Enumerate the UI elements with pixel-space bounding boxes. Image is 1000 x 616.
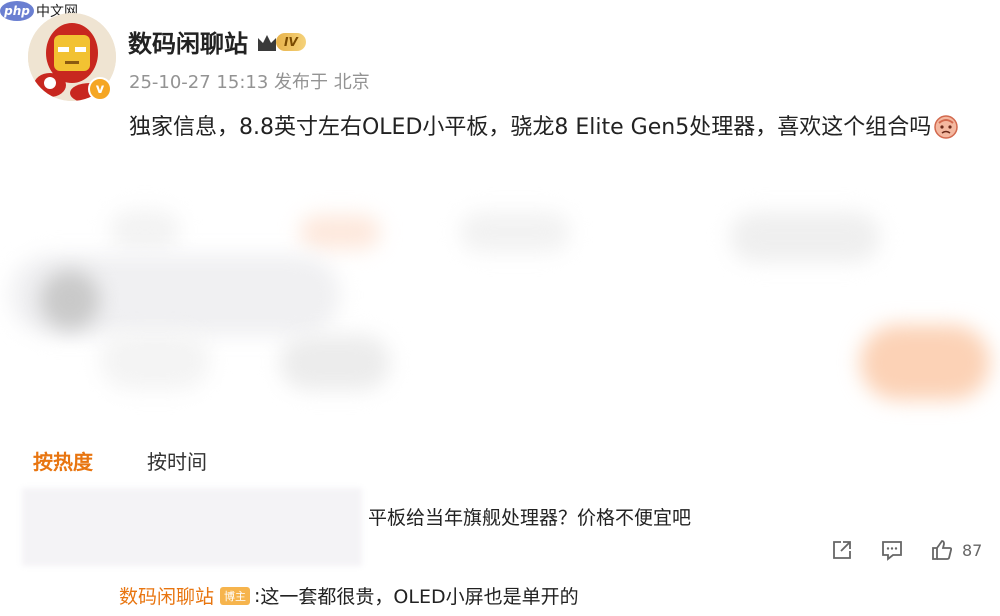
blurred-commenter — [22, 488, 362, 566]
like-count: 87 — [962, 540, 983, 560]
level-label: IV — [276, 33, 306, 51]
reply: 数码闲聊站 博主 : 这一套都很贵，OLED小屏也是单开的 — [119, 582, 579, 609]
reply-text: 这一套都很贵，OLED小屏也是单开的 — [260, 586, 579, 608]
post-body: 独家信息，8.8英寸左右OLED小平板，骁龙8 Elite Gen5处理器，喜欢… — [129, 108, 979, 148]
share-button[interactable] — [830, 538, 854, 562]
reply-author-name[interactable]: 数码闲聊站 — [119, 582, 214, 609]
tab-sort-by-time[interactable]: 按时间 — [147, 446, 207, 475]
author-name[interactable]: 数码闲聊站 — [128, 24, 248, 59]
level-badge: IV — [256, 31, 306, 53]
post-text: 独家信息，8.8英寸左右OLED小平板，骁龙8 Elite Gen5处理器，喜欢… — [129, 115, 932, 140]
like-icon — [932, 540, 953, 560]
watermark-logo: php — [0, 1, 34, 21]
post-meta: 25-10-27 15:13 发布于 北京 — [129, 68, 370, 94]
thinking-face-emoji-icon — [934, 115, 958, 139]
comment-text: 平板给当年旗舰处理器？价格不便宜吧 — [368, 507, 692, 529]
post-location: 北京 — [333, 72, 370, 93]
tab-sort-by-hot[interactable]: 按热度 — [33, 446, 93, 475]
post-date: 25-10-27 15:13 — [129, 72, 269, 93]
blogger-badge: 博主 — [220, 586, 251, 605]
verified-badge: v — [88, 77, 112, 101]
published-label: 发布于 — [274, 72, 329, 93]
blurred-content — [0, 200, 1000, 430]
like-button[interactable]: 87 — [930, 538, 982, 562]
share-icon — [833, 541, 851, 559]
crown-icon — [258, 35, 276, 51]
comment-button[interactable] — [880, 538, 904, 562]
comment-icon — [882, 541, 902, 561]
